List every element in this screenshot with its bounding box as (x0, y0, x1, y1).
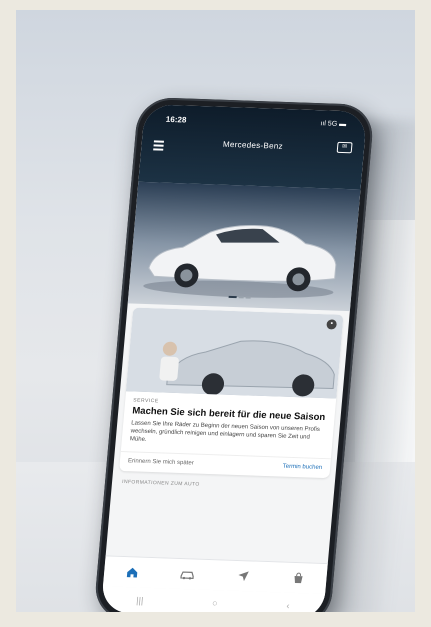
promo-card[interactable]: • SERVICE Machen Sie sich bereit für die… (119, 307, 344, 479)
product-photo: 16:28 ııl 5G ▬ Mercedes-Benz ✉ • SERVICE… (16, 10, 415, 612)
app-header: 16:28 ııl 5G ▬ Mercedes-Benz ✉ (138, 104, 368, 190)
tab-navigation[interactable] (230, 566, 256, 587)
status-time: 16:28 (165, 114, 187, 125)
back-nav-icon[interactable]: ‹ (286, 601, 290, 611)
tab-home[interactable] (119, 562, 145, 583)
card-text: Lassen Sie Ihre Räder zu Beginn der neue… (129, 420, 321, 443)
book-appointment-button[interactable]: Termin buchen (282, 464, 322, 471)
car-icon (180, 571, 195, 580)
card-photo (126, 307, 344, 399)
tab-shop[interactable] (286, 568, 312, 589)
home-nav-icon[interactable]: ○ (212, 598, 218, 608)
section-label: INFORMATIONEN ZUM AUTO (121, 479, 200, 488)
brand-title: Mercedes-Benz (222, 139, 284, 151)
navigation-icon (238, 571, 249, 582)
message-icon[interactable]: ✉ (336, 141, 353, 154)
phone-screen: 16:28 ııl 5G ▬ Mercedes-Benz ✉ • SERVICE… (100, 104, 368, 612)
smartphone: 16:28 ııl 5G ▬ Mercedes-Benz ✉ • SERVICE… (93, 96, 375, 612)
tab-vehicle[interactable] (175, 564, 201, 585)
status-icons: ııl 5G ▬ (320, 120, 347, 129)
recents-nav-icon[interactable]: ||| (136, 595, 144, 605)
remind-later-button[interactable]: Erinnern Sie mich später (128, 458, 194, 466)
home-icon (126, 567, 138, 578)
card-image: • (126, 307, 344, 399)
hero-banner[interactable] (127, 181, 361, 312)
shop-icon (294, 572, 303, 584)
